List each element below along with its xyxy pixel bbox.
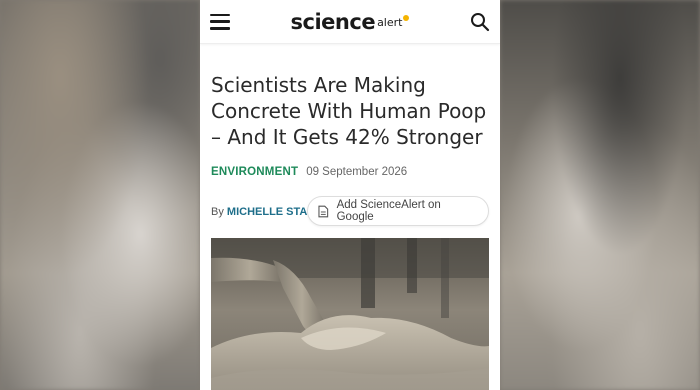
logo-wordmark: science	[290, 9, 376, 34]
article-headline: Scientists Are Making Concrete With Huma…	[211, 73, 487, 149]
byline-prefix: By	[211, 206, 224, 218]
document-icon	[318, 205, 329, 217]
blurred-background-right	[500, 0, 700, 390]
search-icon[interactable]	[470, 12, 490, 32]
category-link[interactable]: ENVIRONMENT	[211, 166, 298, 178]
article-hero-image	[211, 238, 489, 390]
article: Scientists Are Making Concrete With Huma…	[200, 72, 500, 390]
site-logo[interactable]: science alert	[291, 10, 410, 34]
menu-icon[interactable]	[210, 13, 230, 30]
add-on-google-button[interactable]: Add ScienceAlert on Google	[307, 196, 489, 226]
article-meta: ENVIRONMENT 09 September 2026	[211, 166, 489, 178]
logo-dot	[403, 14, 410, 21]
hero-illustration	[211, 238, 489, 390]
top-navigation-bar: science alert	[200, 0, 500, 44]
add-on-google-label: Add ScienceAlert on Google	[336, 199, 441, 223]
phone-screen: science alert Scientists Are Making Conc…	[200, 0, 500, 390]
blurred-background-left	[0, 0, 200, 390]
byline-row: By MICHELLE STARR Add ScienceAlert on Go…	[211, 196, 489, 228]
publish-date: 09 September 2026	[306, 166, 408, 178]
logo-alert-text: alert	[377, 15, 403, 29]
